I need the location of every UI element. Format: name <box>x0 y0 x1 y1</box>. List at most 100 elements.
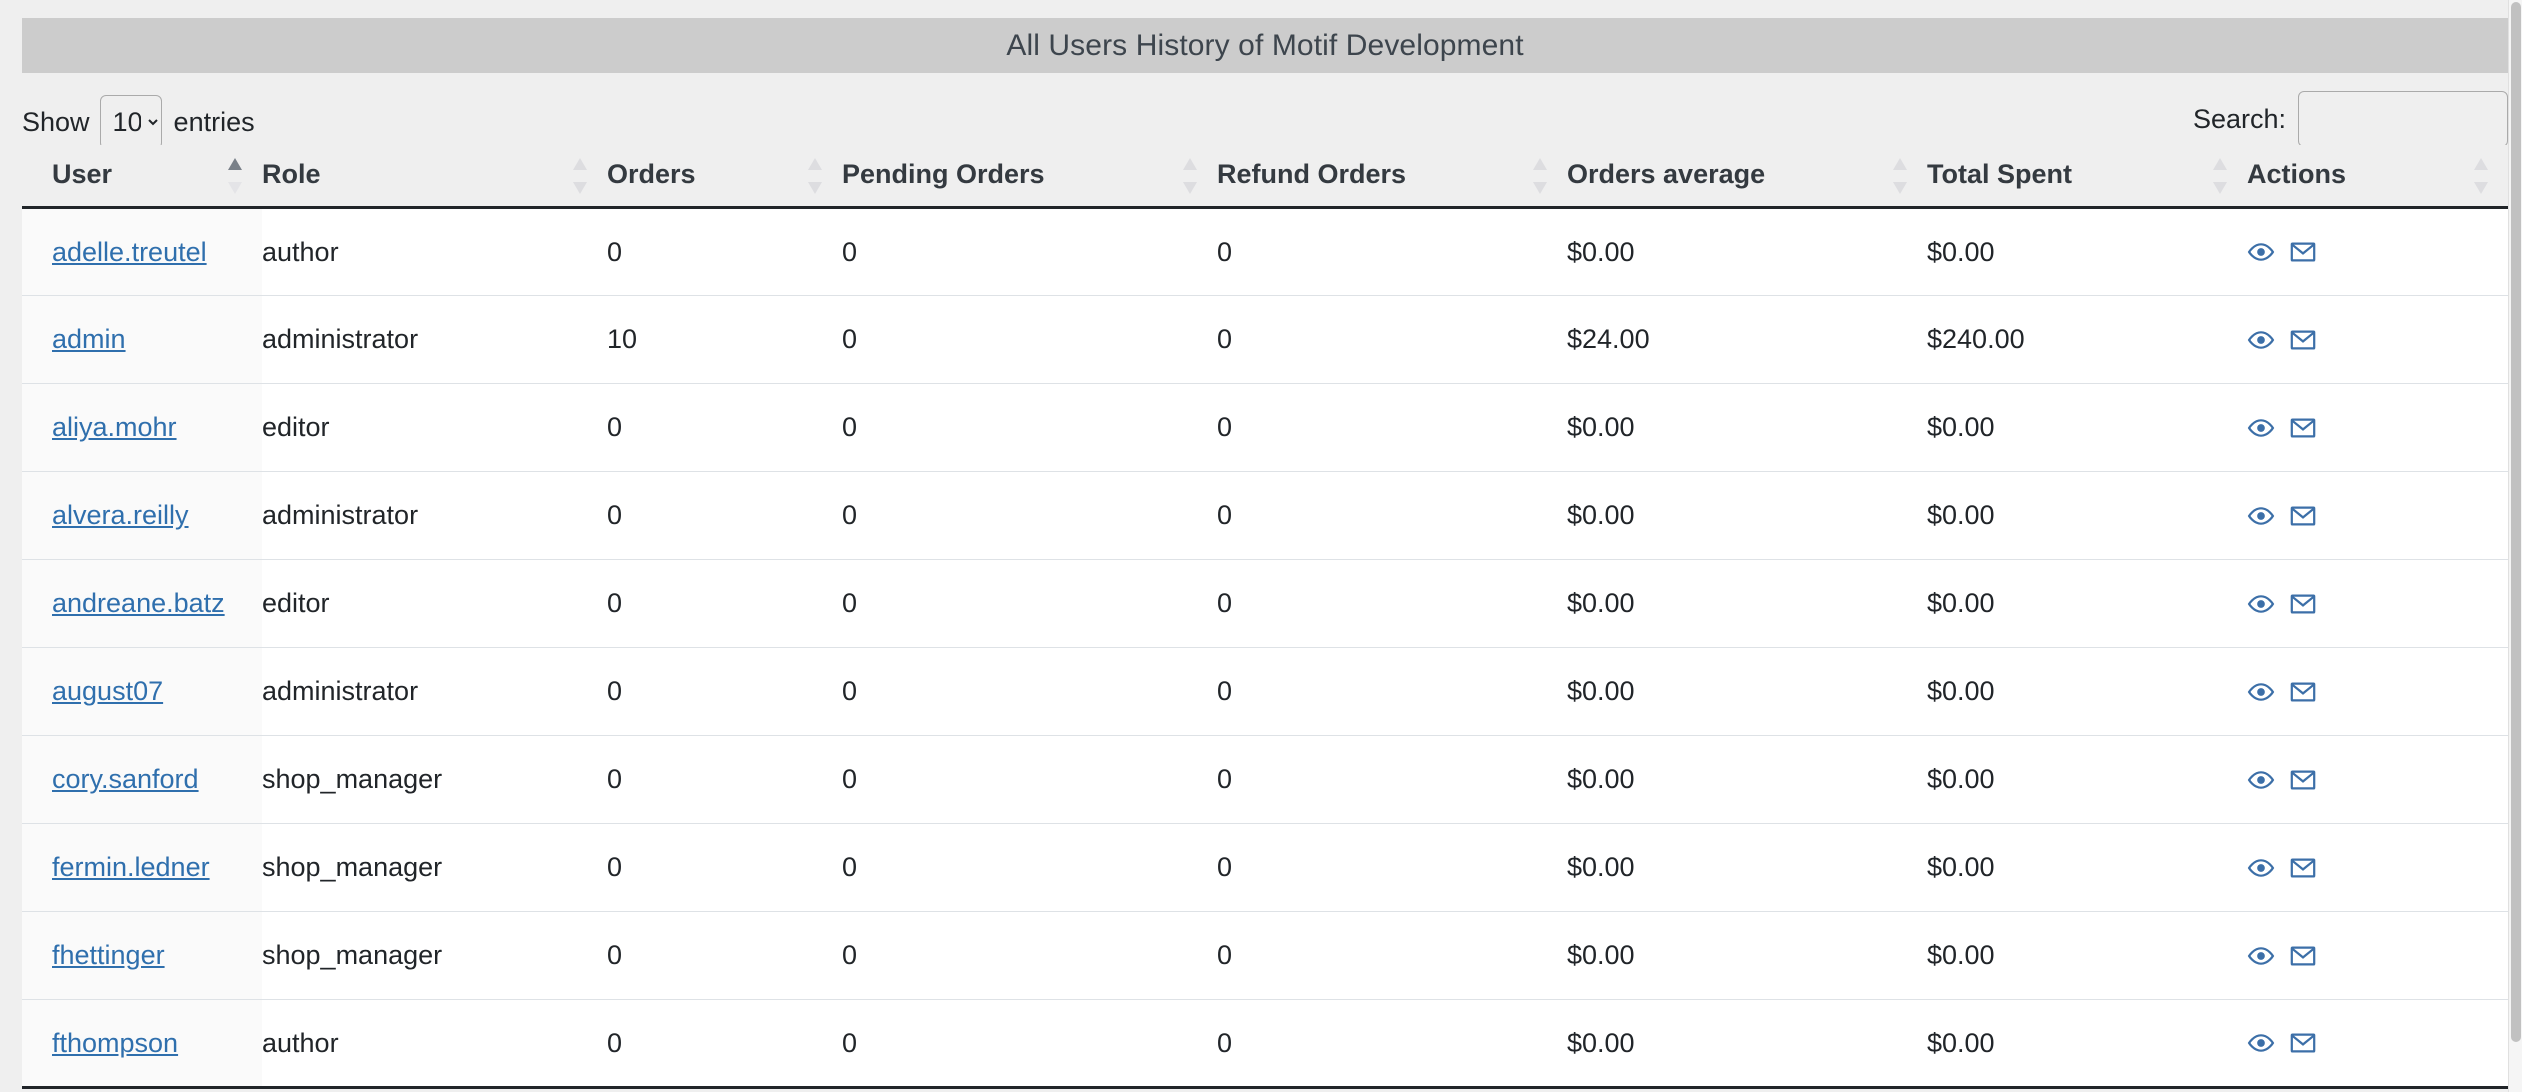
column-header-refund[interactable]: Refund Orders <box>1217 145 1567 209</box>
cell-user: alvera.reilly <box>22 471 262 560</box>
column-header-pend[interactable]: Pending Orders <box>842 145 1217 209</box>
user-link[interactable]: fermin.ledner <box>52 852 210 882</box>
cell-orders-average: $0.00 <box>1567 999 1927 1089</box>
user-link[interactable]: aliya.mohr <box>52 412 177 442</box>
envelope-icon[interactable] <box>2289 414 2317 442</box>
cell-actions <box>2247 295 2508 384</box>
user-link[interactable]: fhettinger <box>52 940 165 970</box>
sort-arrows-icon[interactable] <box>2213 157 2227 194</box>
table-row: admin administrator 10 0 0 $24.00 $240.00 <box>22 295 2508 384</box>
sort-arrows-icon[interactable] <box>1183 157 1197 194</box>
cell-orders: 10 <box>607 295 842 384</box>
column-header-spent[interactable]: Total Spent <box>1927 145 2247 209</box>
column-header-role[interactable]: Role <box>262 145 607 209</box>
eye-icon[interactable] <box>2247 854 2275 882</box>
row-actions <box>2247 942 2508 970</box>
sort-arrows-icon[interactable] <box>228 157 242 194</box>
cell-user: admin <box>22 295 262 384</box>
scrollbar-thumb[interactable] <box>2511 2 2521 1042</box>
column-header-act[interactable]: Actions <box>2247 145 2508 209</box>
column-header-label: Role <box>262 159 321 189</box>
search-control: Search: <box>2193 91 2508 147</box>
cell-refund-orders: 0 <box>1217 999 1567 1089</box>
cell-total-spent: $0.00 <box>1927 647 2247 736</box>
eye-icon[interactable] <box>2247 326 2275 354</box>
user-link[interactable]: alvera.reilly <box>52 500 189 530</box>
sort-descending-icon <box>1893 181 1907 194</box>
cell-orders: 0 <box>607 471 842 560</box>
sort-arrows-icon[interactable] <box>1893 157 1907 194</box>
table-body: adelle.treutel author 0 0 0 $0.00 $0.00 admin ad… <box>22 207 2508 1089</box>
column-header-orders[interactable]: Orders <box>607 145 842 209</box>
cell-orders: 0 <box>607 735 842 824</box>
envelope-icon[interactable] <box>2289 590 2317 618</box>
users-history-card: All Users History of Motif Development S… <box>22 18 2508 1092</box>
page-length-select[interactable]: 102550100 <box>99 95 162 149</box>
cell-pending-orders: 0 <box>842 559 1217 648</box>
user-link[interactable]: fthompson <box>52 1028 178 1058</box>
cell-pending-orders: 0 <box>842 647 1217 736</box>
cell-orders: 0 <box>607 823 842 912</box>
sort-descending-icon <box>573 181 587 194</box>
envelope-icon[interactable] <box>2289 942 2317 970</box>
envelope-icon[interactable] <box>2289 766 2317 794</box>
cell-refund-orders: 0 <box>1217 559 1567 648</box>
users-table: User Role Orders Pending Orders Refund Order… <box>22 145 2508 1089</box>
cell-user: fthompson <box>22 999 262 1089</box>
eye-icon[interactable] <box>2247 414 2275 442</box>
column-header-user[interactable]: User <box>22 145 262 209</box>
envelope-icon[interactable] <box>2289 326 2317 354</box>
sort-ascending-icon <box>1533 157 1547 170</box>
eye-icon[interactable] <box>2247 502 2275 530</box>
column-header-label: Orders <box>607 159 696 189</box>
sort-ascending-icon <box>228 157 242 170</box>
sort-ascending-icon <box>2474 157 2488 170</box>
cell-total-spent: $0.00 <box>1927 823 2247 912</box>
cell-pending-orders: 0 <box>842 383 1217 472</box>
cell-orders-average: $0.00 <box>1567 207 1927 296</box>
eye-icon[interactable] <box>2247 678 2275 706</box>
column-header-avg[interactable]: Orders average <box>1567 145 1927 209</box>
vertical-scrollbar[interactable] <box>2508 0 2522 1092</box>
cell-user: aliya.mohr <box>22 383 262 472</box>
show-label: Show <box>22 106 90 137</box>
cell-orders-average: $0.00 <box>1567 383 1927 472</box>
sort-ascending-icon <box>1183 157 1197 170</box>
table-row: fermin.ledner shop_manager 0 0 0 $0.00 $0.00 <box>22 823 2508 912</box>
eye-icon[interactable] <box>2247 590 2275 618</box>
sort-arrows-icon[interactable] <box>573 157 587 194</box>
eye-icon[interactable] <box>2247 1029 2275 1057</box>
cell-role: editor <box>262 559 607 648</box>
cell-actions <box>2247 207 2508 296</box>
entries-label: entries <box>173 106 255 137</box>
envelope-icon[interactable] <box>2289 502 2317 530</box>
user-link[interactable]: adelle.treutel <box>52 237 207 267</box>
sort-arrows-icon[interactable] <box>808 157 822 194</box>
sort-arrows-icon[interactable] <box>1533 157 1547 194</box>
table-row: adelle.treutel author 0 0 0 $0.00 $0.00 <box>22 207 2508 296</box>
table-row: august07 administrator 0 0 0 $0.00 $0.00 <box>22 647 2508 736</box>
row-actions <box>2247 854 2508 882</box>
table-row: alvera.reilly administrator 0 0 0 $0.00 $0.00 <box>22 471 2508 560</box>
eye-icon[interactable] <box>2247 766 2275 794</box>
search-input[interactable] <box>2298 91 2508 147</box>
envelope-icon[interactable] <box>2289 238 2317 266</box>
envelope-icon[interactable] <box>2289 1029 2317 1057</box>
row-actions <box>2247 590 2508 618</box>
row-actions <box>2247 1029 2508 1057</box>
user-link[interactable]: admin <box>52 324 126 354</box>
user-link[interactable]: cory.sanford <box>52 764 199 794</box>
eye-icon[interactable] <box>2247 238 2275 266</box>
user-link[interactable]: andreane.batz <box>52 588 225 618</box>
envelope-icon[interactable] <box>2289 678 2317 706</box>
envelope-icon[interactable] <box>2289 854 2317 882</box>
sort-descending-icon <box>1533 181 1547 194</box>
datatable-controls: Show 102550100 entries Search: <box>22 73 2508 149</box>
cell-actions <box>2247 823 2508 912</box>
cell-orders-average: $24.00 <box>1567 295 1927 384</box>
eye-icon[interactable] <box>2247 942 2275 970</box>
sort-arrows-icon[interactable] <box>2474 157 2488 194</box>
user-link[interactable]: august07 <box>52 676 163 706</box>
cell-actions <box>2247 735 2508 824</box>
cell-refund-orders: 0 <box>1217 471 1567 560</box>
